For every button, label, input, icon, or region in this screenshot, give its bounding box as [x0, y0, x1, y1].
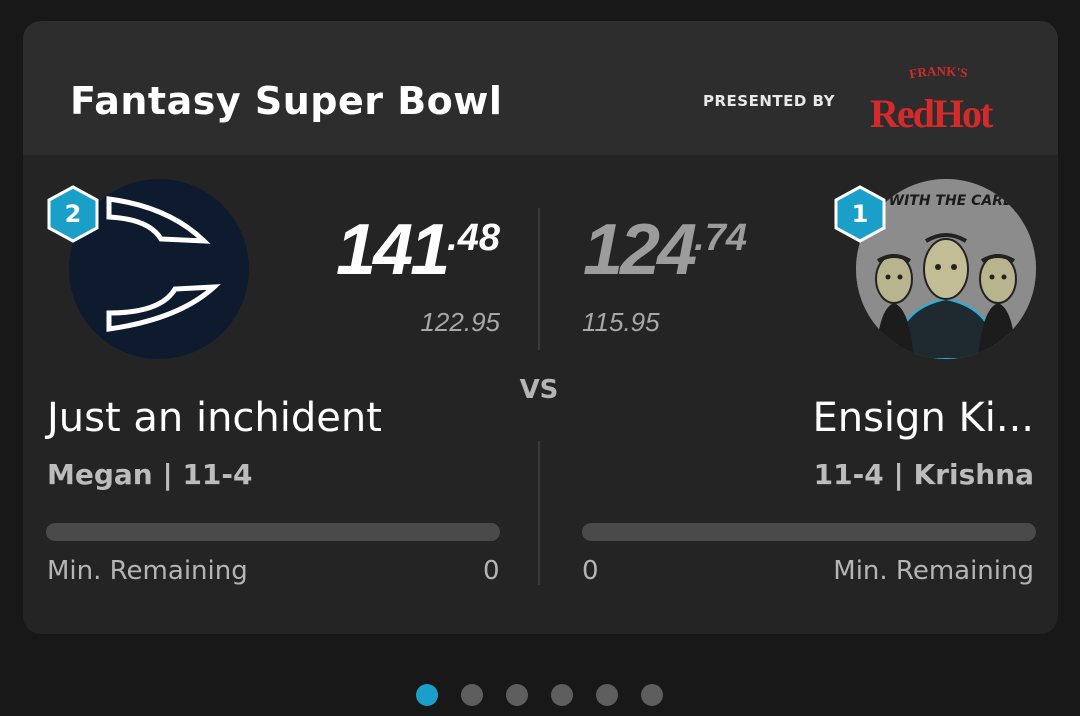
center-divider-bottom: [538, 441, 540, 585]
projected-score-right: 115.95: [582, 307, 660, 337]
pager-dot-1[interactable]: [416, 684, 438, 706]
score-right-dec: .74: [694, 217, 747, 259]
score-left-dec: .48: [447, 217, 500, 259]
card-header: Fantasy Super Bowl PRESENTED BY FRANK'S …: [23, 21, 1058, 155]
score-right-int: 124: [583, 210, 697, 290]
matchup-card[interactable]: Fantasy Super Bowl PRESENTED BY FRANK'S …: [23, 21, 1058, 634]
owner-record-right: 11-4 | Krishna: [813, 458, 1034, 491]
score-left-int: 141: [336, 210, 450, 290]
min-remaining-value-right: 0: [582, 556, 599, 586]
seed-badge-left: 2: [44, 185, 102, 243]
seed-badge-right: 1: [831, 185, 889, 243]
min-remaining-label-left: Min. Remaining: [47, 556, 248, 586]
presented-by-label: PRESENTED BY: [703, 92, 836, 110]
center-divider-top: [538, 208, 540, 350]
seed-number-left: 2: [64, 200, 82, 228]
progress-bar-left: [46, 523, 500, 541]
team-name-left[interactable]: Just an inchident: [47, 395, 382, 441]
pager-dot-6[interactable]: [641, 684, 663, 706]
min-remaining-value-left: 0: [483, 556, 500, 586]
seed-number-right: 1: [851, 200, 869, 228]
sponsor-logo: FRANK'S RedHot: [870, 63, 996, 135]
svg-text:RedHot: RedHot: [870, 91, 994, 135]
progress-bar-right: [582, 523, 1036, 541]
score-right: 124.74: [583, 209, 747, 291]
min-remaining-label-right: Min. Remaining: [833, 556, 1034, 586]
projected-score-left: 122.95: [420, 307, 500, 337]
owner-record-left: Megan | 11-4: [47, 458, 253, 491]
score-left: 141.48: [336, 209, 500, 291]
pager-dot-4[interactable]: [551, 684, 573, 706]
pager-dot-2[interactable]: [461, 684, 483, 706]
pager-dot-3[interactable]: [506, 684, 528, 706]
vs-label: VS: [519, 375, 559, 405]
pager-dot-5[interactable]: [596, 684, 618, 706]
team-name-right[interactable]: Ensign Ki...: [812, 395, 1034, 441]
card-title: Fantasy Super Bowl: [70, 79, 503, 123]
svg-text:FRANK'S: FRANK'S: [908, 63, 969, 81]
